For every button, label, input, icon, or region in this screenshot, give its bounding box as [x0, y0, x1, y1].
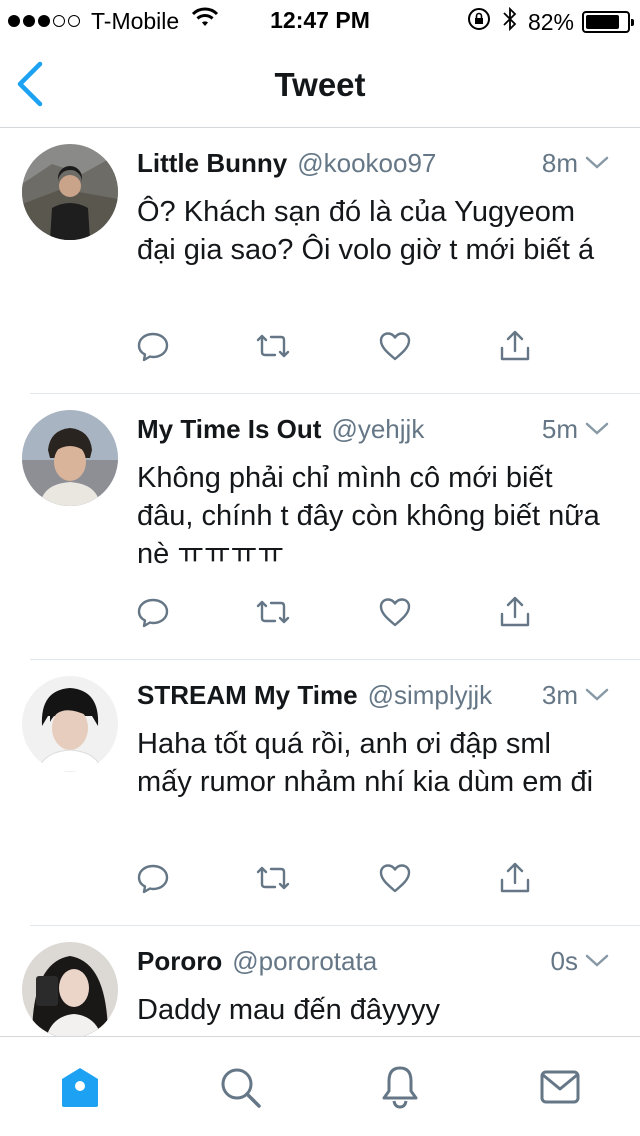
- retweet-icon[interactable]: [255, 860, 291, 896]
- user-handle[interactable]: @pororotata: [232, 946, 377, 977]
- avatar[interactable]: [22, 942, 118, 1036]
- tweet-header: My Time Is Out @yehjjk: [137, 414, 610, 445]
- chevron-down-icon[interactable]: [584, 414, 610, 445]
- notifications-icon[interactable]: [376, 1063, 424, 1111]
- tweet-content: STREAM My Time @simplyjjk Haha tốt quá r…: [137, 680, 610, 801]
- tweet-content: Little Bunny @kookoo97 Ô? Khách sạn đó l…: [137, 148, 610, 269]
- display-name[interactable]: Pororo: [137, 946, 222, 977]
- tweet-timestamp: 8m: [542, 148, 610, 179]
- timestamp-label: 0s: [550, 946, 578, 976]
- share-icon[interactable]: [497, 594, 533, 630]
- tweet-timestamp: 5m: [542, 414, 610, 445]
- user-handle[interactable]: @simplyjjk: [368, 680, 493, 711]
- tweet-text: Daddy mau đến đâyyyy: [137, 994, 441, 1026]
- tweet-header: STREAM My Time @simplyjjk: [137, 680, 610, 711]
- timestamp-label: 8m: [541, 148, 578, 178]
- tweet-feed[interactable]: Little Bunny @kookoo97 Ô? Khách sạn đó l…: [0, 128, 640, 1036]
- user-handle[interactable]: @yehjjk: [331, 414, 424, 445]
- retweet-icon[interactable]: [255, 328, 291, 364]
- timestamp-label: 5m: [541, 414, 578, 444]
- display-name[interactable]: STREAM My Time: [137, 680, 358, 711]
- bluetooth-icon: [502, 6, 518, 38]
- status-right: 82%: [466, 6, 634, 38]
- tweet-content: My Time Is Out @yehjjk Không phải chỉ mì…: [137, 414, 610, 573]
- tweet[interactable]: My Time Is Out @yehjjk Không phải chỉ mì…: [22, 394, 640, 660]
- tweet-text: Ô? Khách sạn đó là của Yugyeom đại gia s…: [137, 196, 595, 266]
- share-icon[interactable]: [497, 328, 533, 364]
- orientation-lock-icon: [466, 6, 492, 38]
- battery-icon: [582, 11, 634, 33]
- chevron-down-icon[interactable]: [584, 946, 610, 977]
- tweet-text: Haha tốt quá rồi, anh ơi đập sml mấy rum…: [137, 728, 594, 798]
- reply-icon[interactable]: [135, 860, 171, 896]
- avatar[interactable]: [22, 410, 118, 506]
- display-name[interactable]: Little Bunny: [137, 148, 287, 179]
- nav-bar: Tweet: [0, 40, 640, 128]
- tweet-content: Pororo @pororotata Daddy mau đến đâyyyy: [137, 946, 610, 1029]
- tweet[interactable]: Pororo @pororotata Daddy mau đến đâyyyy …: [22, 926, 640, 1036]
- retweet-icon[interactable]: [255, 594, 291, 630]
- reply-icon[interactable]: [135, 594, 171, 630]
- share-icon[interactable]: [497, 860, 533, 896]
- home-icon[interactable]: [56, 1063, 104, 1111]
- tweet-timestamp: 3m: [542, 680, 610, 711]
- search-icon[interactable]: [216, 1063, 264, 1111]
- tweet-timestamp: 0s: [551, 946, 610, 977]
- tweet[interactable]: Little Bunny @kookoo97 Ô? Khách sạn đó l…: [22, 128, 640, 394]
- battery-percent: 82%: [527, 8, 574, 35]
- display-name[interactable]: My Time Is Out: [137, 414, 321, 445]
- avatar[interactable]: [22, 676, 118, 772]
- user-handle[interactable]: @kookoo97: [297, 148, 436, 179]
- page-title: Tweet: [274, 66, 366, 103]
- chevron-down-icon[interactable]: [584, 680, 610, 711]
- tweet[interactable]: STREAM My Time @simplyjjk Haha tốt quá r…: [22, 660, 640, 926]
- chevron-down-icon[interactable]: [584, 148, 610, 179]
- like-icon[interactable]: [377, 594, 413, 630]
- tweet-actions: [137, 860, 537, 900]
- reply-icon[interactable]: [135, 328, 171, 364]
- messages-icon[interactable]: [536, 1063, 584, 1111]
- tab-bar: [0, 1036, 640, 1136]
- like-icon[interactable]: [377, 860, 413, 896]
- timestamp-label: 3m: [541, 680, 578, 710]
- like-icon[interactable]: [377, 328, 413, 364]
- tweet-actions: [137, 594, 537, 634]
- avatar[interactable]: [22, 144, 118, 240]
- tweet-actions: [137, 328, 537, 368]
- tweet-text: Không phải chỉ mình cô mới biết đâu, chí…: [137, 462, 600, 570]
- tweet-header: Pororo @pororotata: [137, 946, 610, 977]
- status-bar: T-Mobile 12:47 PM 82%: [0, 0, 640, 40]
- tweet-header: Little Bunny @kookoo97: [137, 148, 610, 179]
